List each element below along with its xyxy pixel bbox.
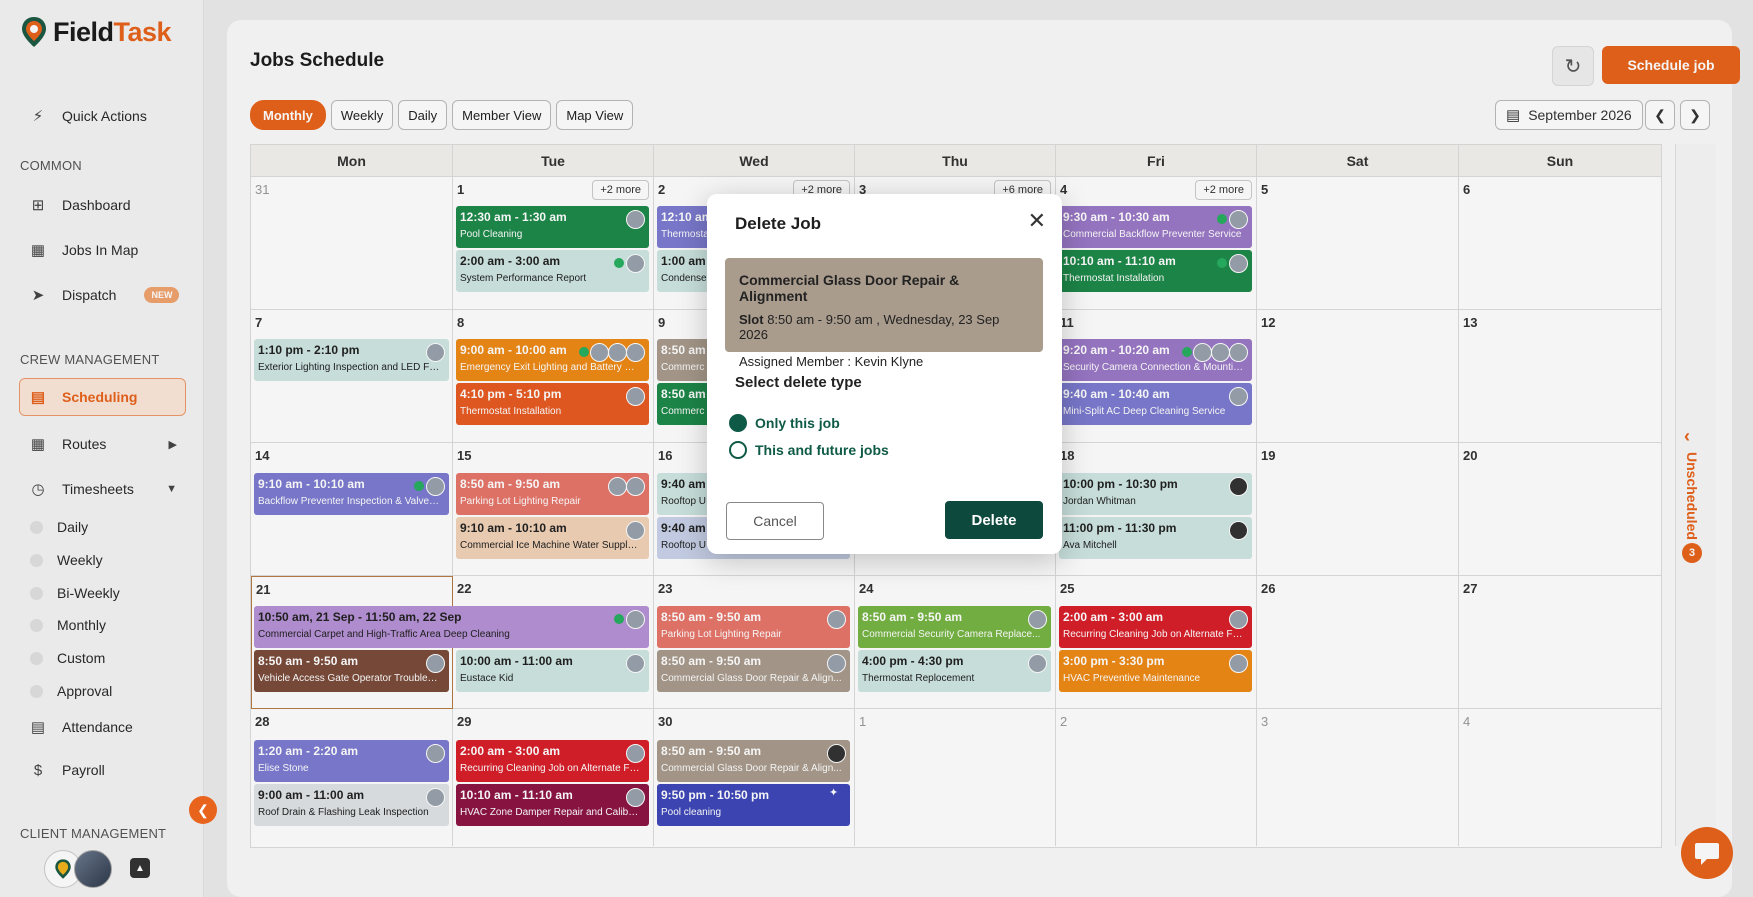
close-icon[interactable]: ✕ bbox=[1028, 208, 1046, 234]
delete-job-dialog: Delete Job ✕ Commercial Glass Door Repai… bbox=[707, 194, 1062, 554]
dialog-title: Delete Job bbox=[735, 214, 821, 233]
radio-unselected-icon[interactable] bbox=[729, 441, 747, 459]
job-title: Commercial Glass Door Repair & Alignment bbox=[739, 272, 960, 304]
option-only-this-job[interactable]: Only this job bbox=[729, 414, 840, 432]
delete-button[interactable]: Delete bbox=[945, 501, 1043, 539]
sidebar-collapse-button[interactable]: ❮ bbox=[189, 796, 217, 824]
option-this-and-future-jobs[interactable]: This and future jobs bbox=[729, 441, 889, 459]
job-summary-card: Commercial Glass Door Repair & Alignment… bbox=[725, 258, 1043, 369]
cancel-button[interactable]: Cancel bbox=[726, 502, 824, 540]
chevron-left-icon: ❮ bbox=[197, 801, 209, 818]
job-assigned-member: Assigned Member : Kevin Klyne bbox=[739, 354, 924, 369]
radio-selected-icon[interactable] bbox=[729, 414, 747, 432]
job-slot: Slot 8:50 am - 9:50 am , Wednesday, 23 S… bbox=[739, 312, 1000, 342]
delete-type-label: Select delete type bbox=[735, 374, 862, 391]
